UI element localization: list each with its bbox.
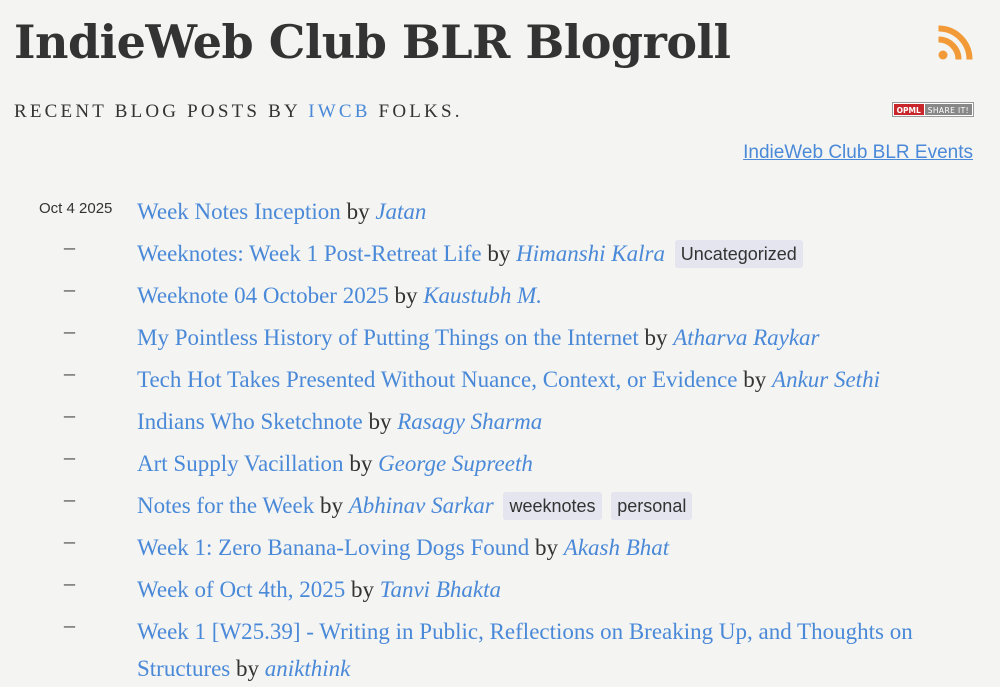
tag-badge[interactable]: Uncategorized: [674, 240, 803, 268]
post-author-link[interactable]: Kaustubh M.: [423, 283, 542, 308]
tag-badge[interactable]: weeknotes: [503, 492, 602, 520]
subtitle-text-end: FOLKS.: [378, 101, 463, 122]
post-author-link[interactable]: Himanshi Kalra: [516, 241, 665, 266]
post-entry: Week Notes Inception by Jatan: [137, 193, 967, 230]
post-dash: –: [64, 486, 75, 511]
post-title-link[interactable]: Week of Oct 4th, 2025: [137, 577, 345, 602]
events-link[interactable]: IndieWeb Club BLR Events: [743, 142, 973, 164]
post-entry: Week 1 [W25.39] - Writing in Public, Ref…: [137, 613, 967, 687]
post-entry: Notes for the Week by Abhinav Sarkar wee…: [137, 487, 967, 524]
subtitle-text: RECENT BLOG POSTS BY: [14, 101, 301, 122]
rss-feed-icon[interactable]: [937, 25, 973, 61]
list-item: Oct 4 2025 Week Notes Inception by Jatan: [0, 188, 1000, 228]
post-dash: –: [64, 234, 75, 259]
post-dash: –: [64, 528, 75, 553]
post-author-link[interactable]: Rasagy Sharma: [397, 409, 542, 434]
post-entry: Weeknotes: Week 1 Post-Retreat Life by H…: [137, 235, 967, 272]
by-label: by: [236, 656, 260, 681]
post-author-link[interactable]: Ankur Sethi: [772, 367, 880, 392]
post-title-link[interactable]: Weeknote 04 October 2025: [137, 283, 389, 308]
post-dash: –: [64, 570, 75, 595]
list-item: – Week 1: Zero Banana-Loving Dogs Found b…: [0, 524, 1000, 564]
post-dash: –: [64, 444, 75, 469]
by-label: by: [644, 325, 668, 350]
post-title-link[interactable]: Weeknotes: Week 1 Post-Retreat Life: [137, 241, 482, 266]
by-label: by: [349, 451, 373, 476]
page-title: IndieWeb Club BLR Blogroll: [14, 15, 731, 69]
post-dash: –: [64, 360, 75, 385]
by-label: by: [535, 535, 559, 560]
post-dash: –: [64, 276, 75, 301]
by-label: by: [487, 241, 511, 266]
post-author-link[interactable]: anikthink: [265, 656, 351, 681]
post-title-link[interactable]: Indians Who Sketchnote: [137, 409, 363, 434]
post-author-link[interactable]: Abhinav Sarkar: [349, 493, 494, 518]
share-label: SHARE IT!: [924, 103, 973, 116]
opml-label: OPML: [892, 103, 925, 116]
post-title-link[interactable]: Week 1: Zero Banana-Loving Dogs Found: [137, 535, 529, 560]
post-date: Oct 4 2025: [39, 200, 113, 217]
post-entry: My Pointless History of Putting Things o…: [137, 319, 967, 356]
rss-icon: [938, 25, 973, 60]
post-author-link[interactable]: Atharva Raykar: [673, 325, 819, 350]
post-dash: –: [64, 612, 75, 637]
list-item: – Weeknotes: Week 1 Post-Retreat Life by …: [0, 230, 1000, 270]
by-label: by: [743, 367, 767, 392]
post-author-link[interactable]: Tanvi Bhakta: [380, 577, 501, 602]
post-author-link[interactable]: George Supreeth: [378, 451, 533, 476]
post-entry: Week of Oct 4th, 2025 by Tanvi Bhakta: [137, 571, 967, 608]
list-item: – Week of Oct 4th, 2025 by Tanvi Bhakta: [0, 566, 1000, 606]
post-dash: –: [64, 318, 75, 343]
by-label: by: [351, 577, 375, 602]
list-item: – My Pointless History of Putting Things …: [0, 314, 1000, 354]
list-item: – Tech Hot Takes Presented Without Nuance…: [0, 356, 1000, 396]
post-author-link[interactable]: Akash Bhat: [564, 535, 669, 560]
opml-share-badge[interactable]: OPML SHARE IT!: [891, 102, 974, 117]
by-label: by: [346, 199, 370, 224]
by-label: by: [394, 283, 418, 308]
by-label: by: [368, 409, 392, 434]
post-title-link[interactable]: Tech Hot Takes Presented Without Nuance,…: [137, 367, 738, 392]
list-item: – Indians Who Sketchnote by Rasagy Sharma: [0, 398, 1000, 438]
list-item: – Art Supply Vacillation by George Supree…: [0, 440, 1000, 480]
list-item: – Weeknote 04 October 2025 by Kaustubh M.: [0, 272, 1000, 312]
post-entry: Indians Who Sketchnote by Rasagy Sharma: [137, 403, 967, 440]
post-title-link[interactable]: Week Notes Inception: [137, 199, 341, 224]
tag-badge[interactable]: personal: [611, 492, 693, 520]
post-entry: Tech Hot Takes Presented Without Nuance,…: [137, 361, 967, 398]
post-title-link[interactable]: Art Supply Vacillation: [137, 451, 344, 476]
iwcb-link[interactable]: IWCB: [308, 101, 370, 122]
list-item: – Notes for the Week by Abhinav Sarkar we…: [0, 482, 1000, 522]
page-subtitle: RECENT BLOG POSTS BY IWCB FOLKS.: [14, 101, 463, 123]
post-entry: Art Supply Vacillation by George Supreet…: [137, 445, 967, 482]
post-entry: Week 1: Zero Banana-Loving Dogs Found by…: [137, 529, 967, 566]
post-author-link[interactable]: Jatan: [375, 199, 426, 224]
post-title-link[interactable]: Notes for the Week: [137, 493, 314, 518]
by-label: by: [319, 493, 343, 518]
list-item: – Week 1 [W25.39] - Writing in Public, Re…: [0, 608, 1000, 681]
post-title-link[interactable]: My Pointless History of Putting Things o…: [137, 325, 639, 350]
post-dash: –: [64, 402, 75, 427]
post-entry: Weeknote 04 October 2025 by Kaustubh M.: [137, 277, 967, 314]
